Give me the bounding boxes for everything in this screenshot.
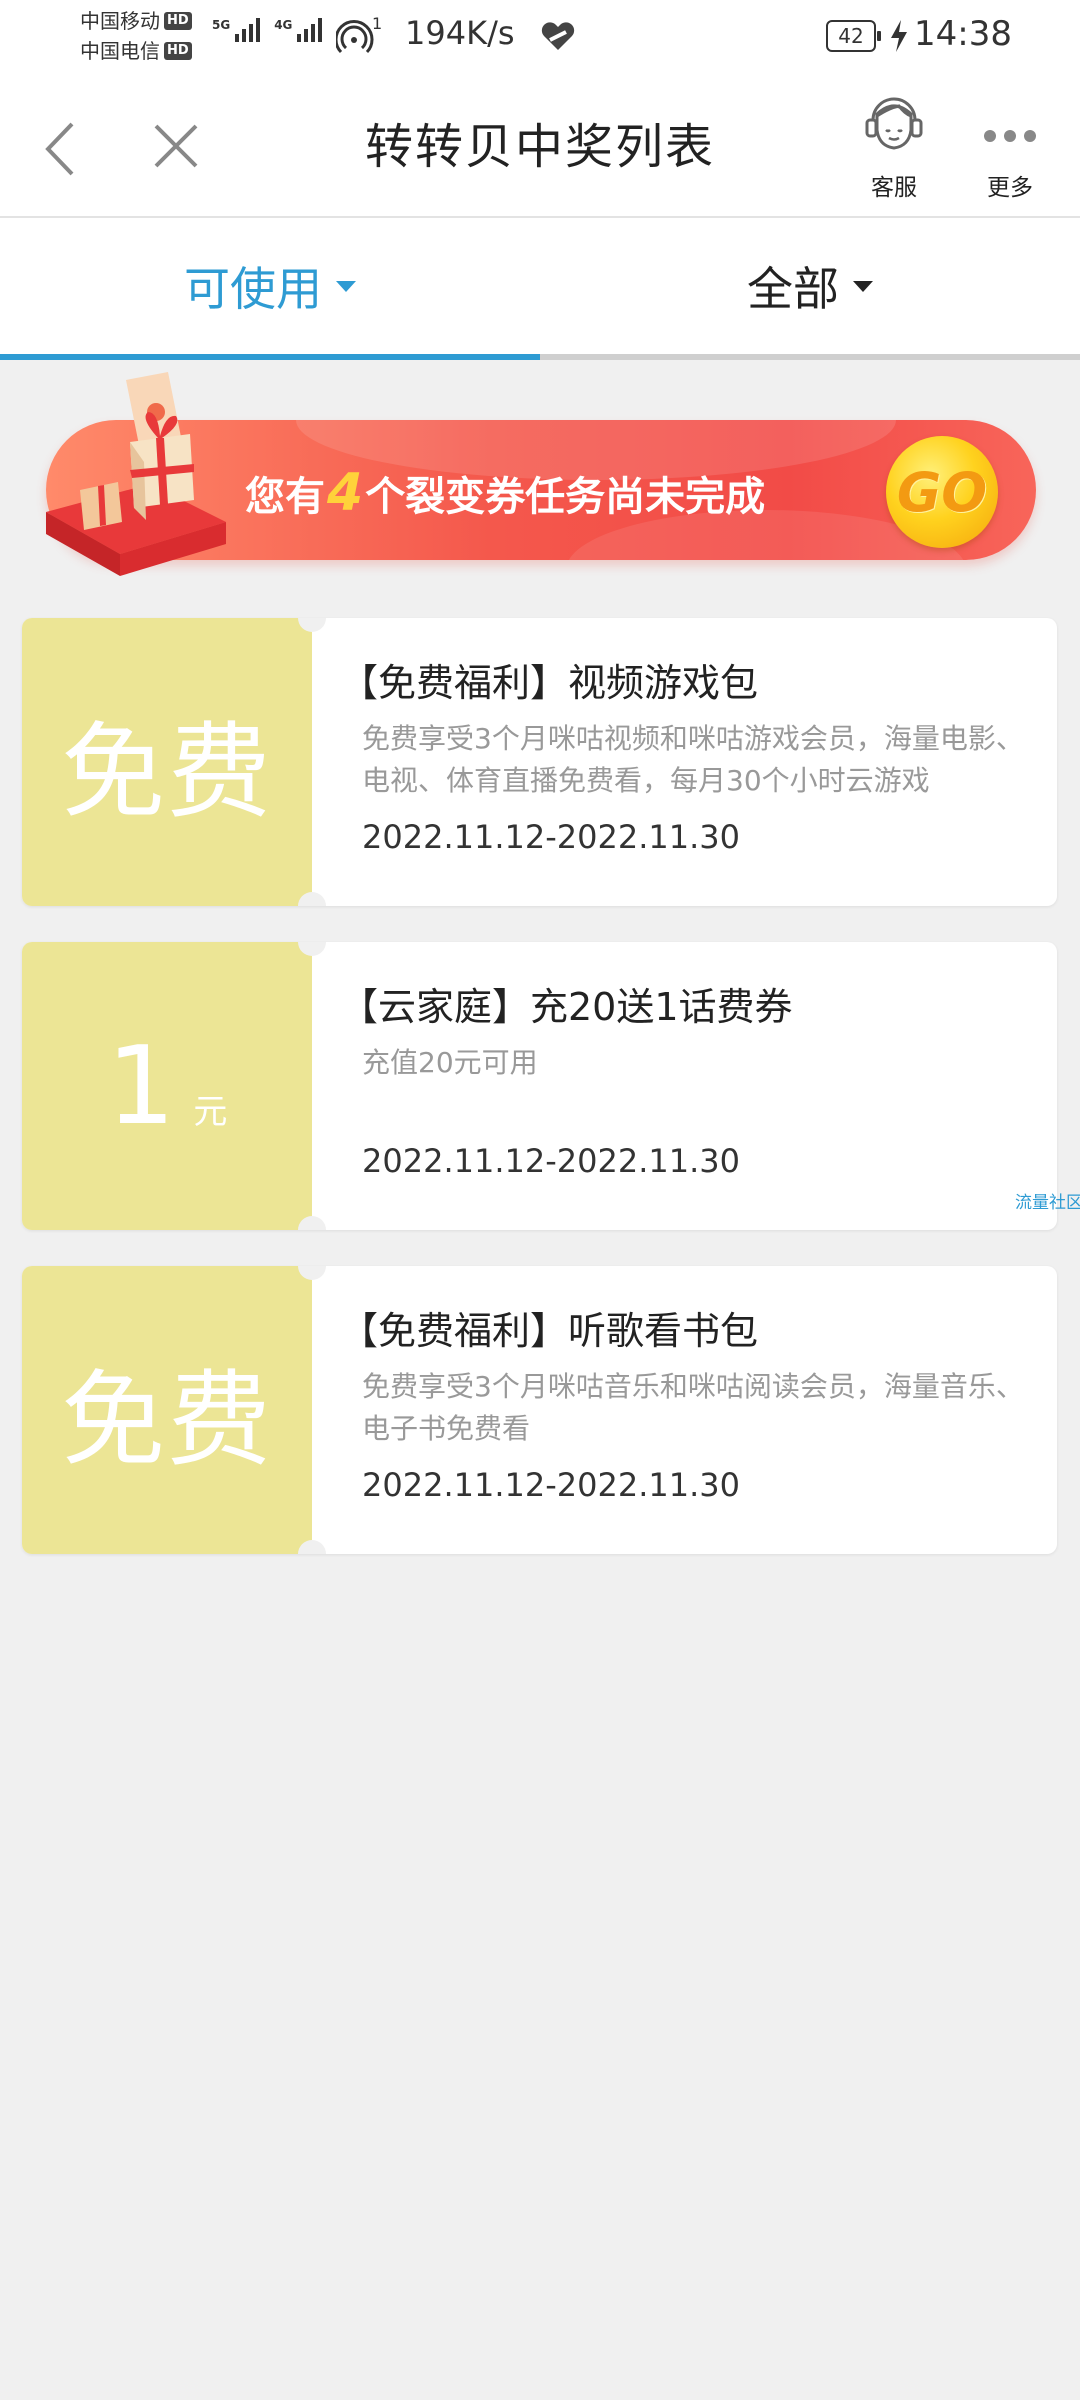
coupon-face: 免费 — [22, 618, 312, 906]
hd-badge-1: HD — [164, 12, 192, 30]
caret-down-icon — [336, 280, 356, 292]
tab-all-label: 全部 — [747, 262, 839, 316]
status-bar: 中国移动 HD 中国电信 HD 5G 4G 1 194K/s 42 14:38 — [0, 0, 1080, 76]
banner-text-after: 个裂变券任务尚未完成 — [365, 474, 766, 520]
banner-text-before: 您有 — [245, 474, 325, 520]
customer-service-button[interactable]: 客服 — [844, 86, 944, 202]
page-title: 转转贝中奖列表 — [364, 119, 715, 175]
close-button[interactable] — [146, 116, 206, 176]
coupon-face-amount: 1 元 — [107, 1024, 228, 1149]
filter-tabs: 可使用 全部 — [0, 218, 1080, 360]
charging-icon — [888, 18, 910, 54]
clock: 14:38 — [914, 14, 1012, 54]
customer-service-icon — [865, 97, 923, 150]
caret-down-icon — [853, 280, 873, 292]
coupon-details: 【免费福利】视频游戏包 免费享受3个月咪咕视频和咪咕游戏会员，海量电影、电视、体… — [340, 618, 1040, 906]
linked-heart-icon — [540, 20, 576, 52]
coupon-date-range: 2022.11.12-2022.11.30 — [362, 1466, 740, 1504]
coupon-card[interactable]: 免费 【免费福利】视频游戏包 免费享受3个月咪咕视频和咪咕游戏会员，海量电影、电… — [22, 618, 1057, 906]
close-icon — [154, 124, 198, 168]
coupon-description: 免费享受3个月咪咕视频和咪咕游戏会员，海量电影、电视、体育直播免费看，每月30个… — [362, 722, 1024, 797]
signal-indicators: 5G 4G — [212, 18, 323, 42]
carrier-name-2: 中国电信 — [80, 39, 160, 63]
coupon-date-range: 2022.11.12-2022.11.30 — [362, 1142, 740, 1180]
tab-available-label: 可使用 — [184, 262, 322, 316]
signal-5g-icon: 5G — [212, 18, 261, 42]
nav-bar: 转转贝中奖列表 客服 更多 — [0, 76, 1080, 218]
hd-badge-2: HD — [164, 42, 192, 60]
banner-message: 您有4个裂变券任务尚未完成 — [245, 458, 765, 528]
coupon-details: 【云家庭】充20送1话费券 充值20元可用 2022.11.12-2022.11… — [340, 942, 1040, 1230]
tab-all[interactable]: 全部 — [540, 218, 1080, 354]
chevron-left-icon — [45, 122, 74, 176]
more-dots-icon — [984, 130, 1036, 142]
network-type-1: 5G — [212, 18, 231, 32]
network-type-2: 4G — [274, 18, 293, 32]
customer-service-label: 客服 — [871, 175, 917, 201]
coupon-description: 免费享受3个月咪咕音乐和咪咕阅读会员，海量音乐、电子书免费看 — [362, 1370, 1024, 1445]
coupon-face-text: 免费 — [60, 710, 273, 833]
banner-task-count: 4 — [327, 463, 364, 523]
coupon-card[interactable]: 1 元 【云家庭】充20送1话费券 充值20元可用 2022.11.12-202… — [22, 942, 1057, 1230]
coupon-title: 【免费福利】听歌看书包 — [340, 1309, 759, 1353]
more-label: 更多 — [987, 175, 1033, 201]
gift-box-icon — [46, 372, 226, 576]
carrier-info: 中国移动 HD 中国电信 HD — [80, 6, 210, 66]
banner-go-button[interactable]: GO — [886, 436, 998, 548]
hotspot-icon: 1 — [334, 14, 382, 56]
hotspot-count: 1 — [372, 14, 383, 33]
coupon-description: 充值20元可用 — [362, 1046, 538, 1079]
battery-level: 42 — [838, 24, 864, 48]
tab-available[interactable]: 可使用 — [0, 218, 540, 354]
tab-active-indicator — [0, 354, 540, 360]
coupon-details: 【免费福利】听歌看书包 免费享受3个月咪咕音乐和咪咕阅读会员，海量音乐、电子书免… — [340, 1266, 1040, 1554]
coupon-face-text: 免费 — [60, 1358, 273, 1481]
carrier-row-2: 中国电信 HD — [80, 36, 210, 66]
signal-4g-icon: 4G — [274, 18, 323, 42]
net-speed: 194K/s — [405, 14, 515, 52]
carrier-name-1: 中国移动 — [80, 9, 160, 33]
battery-icon: 42 — [826, 20, 881, 52]
coupon-date-range: 2022.11.12-2022.11.30 — [362, 818, 740, 856]
watermark-text: 流量社区 — [1015, 1193, 1080, 1213]
coupon-card[interactable]: 免费 【免费福利】听歌看书包 免费享受3个月咪咕音乐和咪咕阅读会员，海量音乐、电… — [22, 1266, 1057, 1554]
task-banner[interactable]: 您有4个裂变券任务尚未完成 GO — [40, 372, 1040, 578]
coupon-amount-value: 1 — [106, 1023, 176, 1149]
carrier-row-1: 中国移动 HD — [80, 6, 210, 36]
coupon-amount-unit: 元 — [193, 1091, 228, 1132]
coupon-face: 免费 — [22, 1266, 312, 1554]
coupon-title: 【免费福利】视频游戏包 — [340, 661, 759, 705]
more-button[interactable]: 更多 — [960, 86, 1060, 202]
coupon-title: 【云家庭】充20送1话费券 — [340, 985, 793, 1029]
back-button[interactable] — [36, 114, 92, 184]
coupon-face: 1 元 — [22, 942, 312, 1230]
